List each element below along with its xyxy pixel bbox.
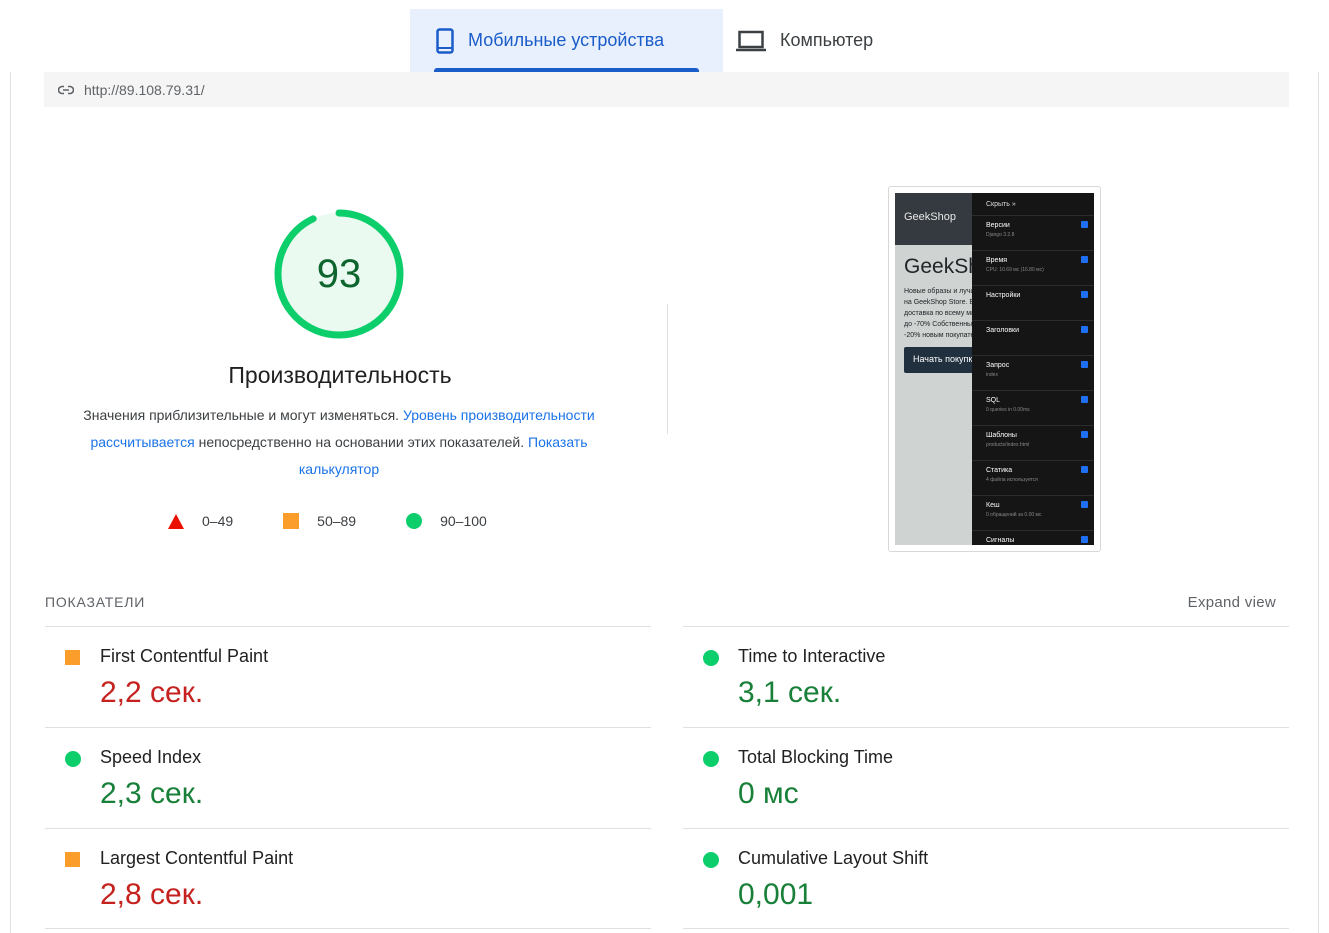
checkbox-icon (1081, 501, 1088, 508)
checkbox-icon (1081, 431, 1088, 438)
debug-panel-title: Статика (986, 467, 1013, 474)
metric-value: 2,8 сек. (100, 878, 204, 911)
metric-time-to-interactive: Time to Interactive 3,1 сек. (683, 626, 1289, 727)
site-brand: GeekShop (904, 211, 956, 223)
debug-panel-subtitle: 0 обращений за 0.00 мс (986, 512, 1042, 518)
tab-mobile-label: Мобильные устройства (468, 30, 665, 50)
checkbox-icon (1081, 466, 1088, 473)
metrics-column-left: First Contentful Paint 2,2 сек. Speed In… (45, 626, 651, 929)
debug-panel-subtitle: CPU: 10.69 мс (16.80 мс) (986, 267, 1044, 273)
metric-value: 0,001 (738, 878, 814, 911)
mobile-phone-icon (436, 27, 454, 54)
debug-panel-row: Запрос index (972, 355, 1094, 390)
legend-range: 50–89 (317, 513, 357, 529)
green-circle-icon (406, 513, 423, 529)
debug-panel-row: Настройки (972, 285, 1094, 320)
debug-panel-row: Статика 4 файла используется (972, 460, 1094, 495)
tab-mobile[interactable]: Мобильные устройства (410, 9, 723, 72)
green-circle-icon (65, 751, 81, 767)
metric-cumulative-layout-shift: Cumulative Layout Shift 0,001 (683, 828, 1289, 929)
link-icon (58, 85, 74, 95)
category-title: Производительность (228, 362, 452, 388)
checkbox-icon (1081, 291, 1088, 298)
checkbox-icon (1081, 256, 1088, 263)
debug-panel-title: Время (986, 257, 1008, 264)
checkbox-icon (1081, 536, 1088, 543)
legend-item-average: 50–89 (283, 513, 356, 529)
category-description: Значения приблизительные и могут изменят… (69, 402, 609, 483)
debug-toolbar: Скрыть » Версии Django 3.2.8 Время CPU: 10.… (972, 193, 1094, 545)
debug-panel-title: Запрос (986, 362, 1010, 369)
device-tabs: Мобильные устройства Компьютер (410, 9, 913, 72)
debug-panel-title: Кеш (986, 502, 1000, 509)
debug-panel-title: Версии (986, 222, 1010, 229)
metric-name: Total Blocking Time (738, 747, 894, 767)
metric-largest-contentful-paint: Largest Contentful Paint 2,8 сек. (45, 828, 651, 929)
checkbox-icon (1081, 396, 1088, 403)
green-circle-icon (703, 751, 719, 767)
legend-item-fail: 0–49 (168, 513, 233, 529)
description-text-1: Значения приблизительные и могут изменят… (83, 407, 400, 423)
debug-panel-row: Время CPU: 10.69 мс (16.80 мс) (972, 250, 1094, 285)
legend-range: 90–100 (440, 513, 487, 529)
orange-square-icon (283, 513, 300, 529)
checkbox-icon (1081, 361, 1088, 368)
green-circle-icon (703, 650, 719, 666)
metric-value: 2,3 сек. (100, 777, 204, 810)
metric-name: First Contentful Paint (100, 646, 269, 666)
description-text-2: непосредственно на основании этих показа… (198, 434, 525, 450)
debug-panel-subtitle: index (986, 372, 998, 378)
debug-panel-row: Заголовки (972, 320, 1094, 355)
debug-panel-title: Заголовки (986, 327, 1020, 334)
metric-total-blocking-time: Total Blocking Time 0 мс (683, 727, 1289, 828)
section-divider (667, 304, 668, 434)
final-screenshot[interactable]: GeekShop GeekShop Store Новые образы и л… (888, 186, 1101, 552)
tab-desktop[interactable]: Компьютер (723, 9, 913, 72)
debug-panel-row: Сигналы37 получателей 15 сигналов (972, 530, 1094, 545)
debug-panel-title: Настройки (986, 292, 1021, 299)
laptop-icon (736, 30, 766, 52)
debug-panel-title: Сигналы (986, 537, 1015, 544)
score-legend: 0–49 50–89 90–100 (168, 513, 487, 529)
red-triangle-icon (168, 513, 184, 529)
url-bar: http://89.108.79.31/ (44, 72, 1289, 107)
debug-panel-title: SQL (986, 397, 1001, 404)
metrics-column-right: Time to Interactive 3,1 сек. Total Block… (683, 626, 1289, 929)
checkbox-icon (1081, 326, 1088, 333)
debug-panel-title: Шаблоны (986, 432, 1017, 439)
tab-desktop-label: Компьютер (780, 30, 874, 50)
orange-square-icon (65, 650, 80, 665)
metric-first-contentful-paint: First Contentful Paint 2,2 сек. (45, 626, 651, 727)
metric-value: 2,2 сек. (100, 676, 204, 709)
legend-item-pass: 90–100 (406, 513, 487, 529)
metric-name: Largest Contentful Paint (100, 848, 294, 868)
orange-square-icon (65, 852, 80, 867)
green-circle-icon (703, 852, 719, 868)
debug-panel-subtitle: products/index.html (986, 442, 1030, 448)
debug-toolbar-panels: Версии Django 3.2.8 Время CPU: 10.69 мс (16… (972, 215, 1094, 545)
debug-panel-row: Версии Django 3.2.8 (972, 215, 1094, 250)
debug-panel-row: Кеш 0 обращений за 0.00 мс (972, 495, 1094, 530)
legend-range: 0–49 (202, 513, 234, 529)
expand-view-button[interactable]: Expand view (1188, 594, 1276, 611)
metric-value: 0 мс (738, 777, 799, 810)
debug-panel-row: SQL 0 queries in 0.00ms (972, 390, 1094, 425)
tested-url[interactable]: http://89.108.79.31/ (84, 82, 205, 98)
report-panel: http://89.108.79.31/ 93 Производительнос… (10, 72, 1319, 933)
debug-panel-subtitle: 0 queries in 0.00ms (986, 407, 1030, 413)
metrics-header: ПОКАЗАТЕЛИ (45, 594, 146, 610)
metric-name: Time to Interactive (738, 646, 886, 666)
screenshot-content: GeekShop GeekShop Store Новые образы и л… (895, 193, 1094, 545)
debug-panel-row: Шаблоны products/index.html (972, 425, 1094, 460)
debug-panel-subtitle: Django 3.2.8 (986, 232, 1015, 238)
performance-gauge: 93 (273, 208, 405, 340)
metric-name: Speed Index (100, 747, 202, 767)
checkbox-icon (1081, 221, 1088, 228)
metric-speed-index: Speed Index 2,3 сек. (45, 727, 651, 828)
metric-name: Cumulative Layout Shift (738, 848, 929, 868)
debug-panel-subtitle: 4 файла используется (986, 477, 1038, 483)
metric-value: 3,1 сек. (738, 676, 842, 709)
performance-score: 93 (316, 251, 362, 296)
debug-toolbar-hide: Скрыть » (986, 201, 1016, 208)
